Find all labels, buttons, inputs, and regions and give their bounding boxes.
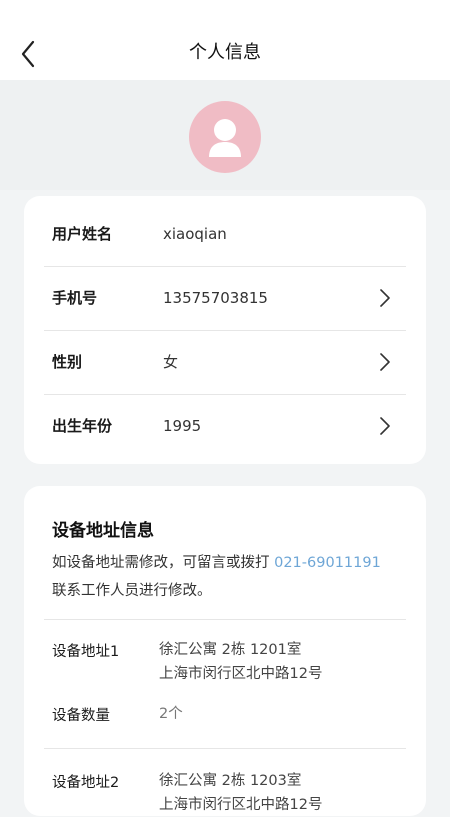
device-section-title: 设备地址信息 (52, 521, 154, 541)
device-qty-value: 2个 (159, 706, 183, 722)
chevron-right-icon (380, 289, 390, 307)
address-1-value: 徐汇公寓 2栋 1201室 上海市闵行区北中路12号 (159, 638, 322, 686)
top-bar: 个人信息 (0, 0, 450, 80)
profile-card: 用户姓名 xiaoqian 手机号 13575703815 性别 女 出生年份 … (24, 196, 426, 464)
divider (44, 748, 406, 749)
device-qty-label: 设备数量 (52, 708, 110, 724)
username-value: xiaoqian (163, 225, 227, 243)
address-1-label: 设备地址1 (52, 644, 120, 660)
phone-label: 手机号 (52, 289, 98, 307)
notice-suffix: 联系工作人员进行修改。 (52, 583, 212, 599)
address-2-line2: 上海市闵行区北中路12号 (159, 797, 323, 813)
row-birth-year[interactable]: 出生年份 1995 (44, 394, 406, 458)
device-notice: 如设备地址需修改，可留言或拨打 021-69011191 联系工作人员进行修改。 (52, 549, 402, 605)
avatar[interactable] (189, 101, 261, 173)
birth-year-value: 1995 (163, 417, 202, 435)
service-phone-link[interactable]: 021-69011191 (274, 555, 381, 571)
address-1-line2: 上海市闵行区北中路12号 (159, 666, 323, 682)
page-title: 个人信息 (189, 42, 261, 63)
row-username: 用户姓名 xiaoqian (44, 202, 406, 267)
chevron-right-icon (380, 417, 390, 435)
gender-label: 性别 (52, 353, 83, 371)
address-2-line1: 徐汇公寓 2栋 1203室 (159, 773, 302, 789)
device-address-card: 设备地址信息 如设备地址需修改，可留言或拨打 021-69011191 联系工作… (24, 486, 426, 816)
phone-value: 13575703815 (163, 289, 268, 307)
row-gender[interactable]: 性别 女 (44, 330, 406, 395)
chevron-right-icon (380, 353, 390, 371)
address-2-value: 徐汇公寓 2栋 1203室 上海市闵行区北中路12号 (159, 769, 322, 817)
notice-prefix: 如设备地址需修改，可留言或拨打 (52, 555, 275, 571)
username-label: 用户姓名 (52, 225, 113, 243)
divider (44, 619, 406, 620)
birth-year-label: 出生年份 (52, 417, 113, 435)
address-1-line1: 徐汇公寓 2栋 1201室 (159, 642, 302, 658)
row-phone[interactable]: 手机号 13575703815 (44, 266, 406, 331)
user-avatar-icon (209, 119, 241, 157)
address-2-label: 设备地址2 (52, 775, 120, 791)
gender-value: 女 (163, 353, 179, 371)
